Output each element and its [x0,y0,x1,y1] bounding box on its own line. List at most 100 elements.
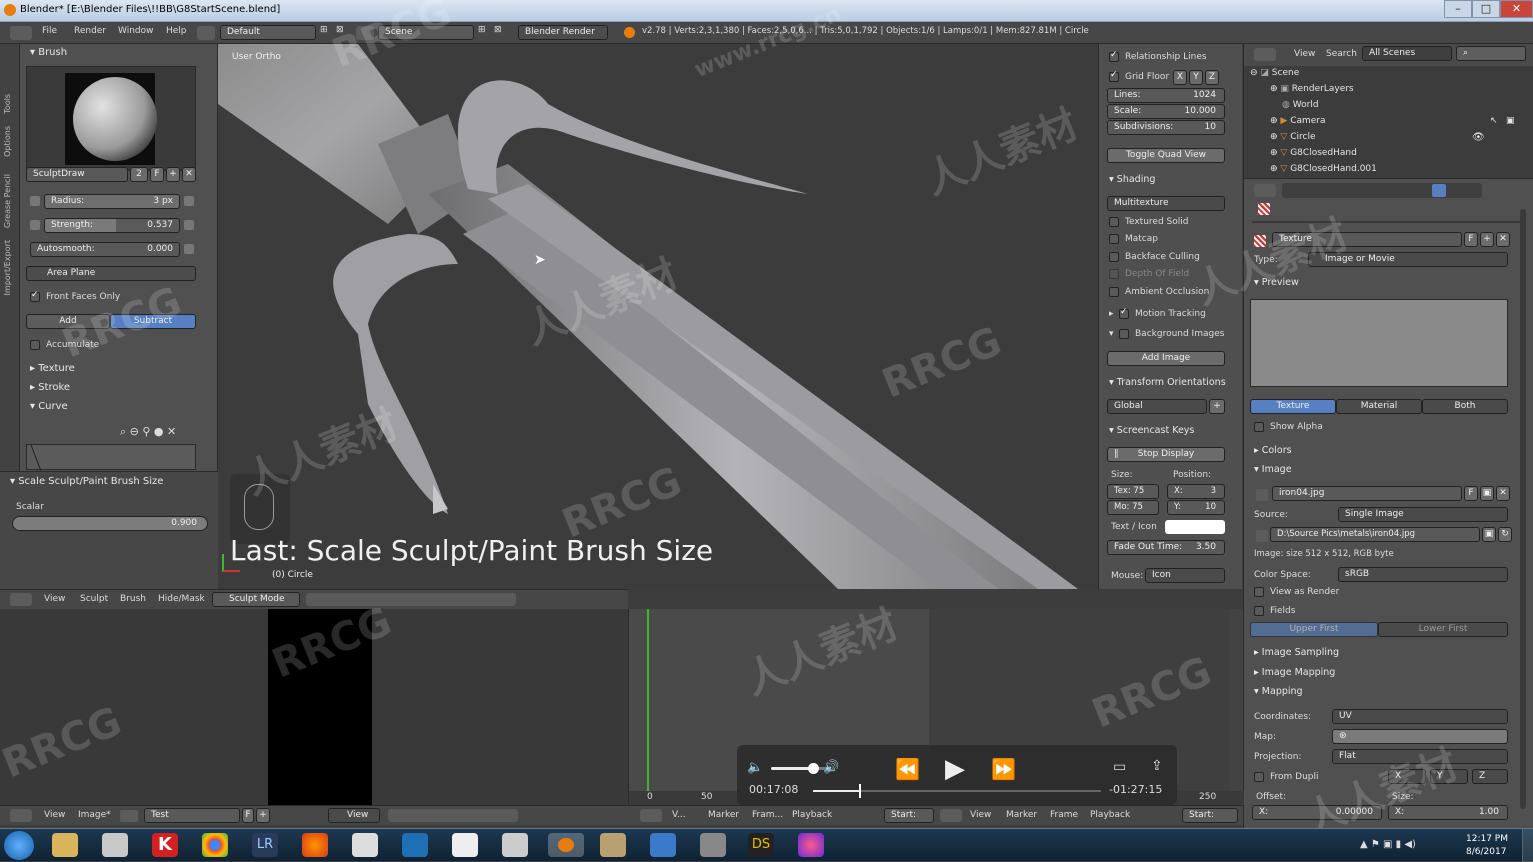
matcap-checkbox[interactable] [1109,234,1119,244]
mapping-panel-header[interactable]: ▾ Mapping [1254,686,1303,697]
shading-mode-select[interactable]: Multitexture [1107,196,1225,211]
add-button[interactable]: Add [26,314,110,329]
menu-render[interactable]: Render [74,26,106,36]
backface-culling-checkbox[interactable] [1109,252,1119,262]
image-editor-type-icon[interactable] [10,809,32,822]
image-datablock-field[interactable]: Test [144,808,240,823]
scene-icon[interactable] [356,26,374,40]
image-datablock-fake-button[interactable]: F [242,808,254,823]
window-app-icon[interactable] [452,833,478,857]
notepad-icon[interactable] [352,833,378,857]
brush-fake-user-button[interactable]: F [150,167,164,182]
menu-help[interactable]: Help [166,26,187,36]
chrome-icon[interactable] [202,833,228,857]
color-space-select[interactable]: sRGB [1338,567,1508,582]
screencast-keys-header[interactable]: ▾ Screencast Keys [1109,425,1194,436]
outliner-item-circle[interactable]: ⊕ ▽ Circle [1270,132,1315,142]
grid-axis-z[interactable]: Z [1205,70,1219,85]
rewind-icon[interactable]: ⏪ [895,757,920,781]
image-name-field[interactable]: iron04.jpg [1272,486,1462,501]
image-view-select[interactable]: View [328,808,380,823]
explorer-icon[interactable] [52,833,78,857]
grid-scale-field[interactable]: Scale: 10.000 [1107,104,1225,119]
mapping-z-select[interactable]: Z [1472,769,1508,784]
selectable-cursor-icon[interactable]: ↖ [1490,116,1498,126]
grid-axis-y[interactable]: Y [1189,70,1203,85]
document-app-icon[interactable] [502,833,528,857]
outliner-item-camera[interactable]: ⊕ ▶ Camera [1270,116,1326,126]
image-browse-button[interactable] [120,810,138,822]
timeline-editor-icon[interactable] [640,809,662,822]
viewport-shading-toolbar[interactable] [306,593,516,606]
shading-panel-header[interactable]: ▾ Shading [1109,174,1155,185]
image-source-select[interactable]: Single Image [1338,507,1508,522]
brush-unlink-button[interactable]: ✕ [182,167,196,182]
timeline-menu-marker-left[interactable]: Marker [708,810,739,820]
tab-tools[interactable]: Tools [3,94,12,114]
outliner-item-g8closedhand-001[interactable]: ⊕ ▽ G8ClosedHand.001 [1270,164,1377,174]
texture-type-select[interactable]: Image or Movie [1308,252,1508,267]
image-new-button[interactable]: + [256,808,270,823]
texture-context-icon[interactable] [1432,184,1446,197]
minimize-button[interactable]: – [1444,0,1472,18]
show-alpha-checkbox[interactable] [1254,422,1264,432]
front-faces-checkbox[interactable] [30,290,40,302]
ambient-occlusion-checkbox[interactable] [1109,287,1119,297]
tab-grease-pencil[interactable]: Grease Pencil [3,174,12,228]
image-editor[interactable] [0,609,628,805]
outliner-item-renderlayers[interactable]: ⊕ ▣ RenderLayers [1270,84,1354,94]
firefox-icon[interactable] [302,833,328,857]
orientation-add-button[interactable]: + [1209,399,1225,414]
add-image-button[interactable]: Add Image [1107,351,1225,366]
image-panel-header[interactable]: ▾ Image [1254,464,1292,475]
strength-slider[interactable]: Strength: 0.537 [44,218,180,233]
timeline-menu-view[interactable]: View [970,810,991,820]
preview-tab-material[interactable]: Material [1336,399,1422,414]
start-frame-field[interactable]: Start: [1182,808,1238,823]
airplay-icon[interactable]: ▭ [1113,759,1126,775]
scrub-bar[interactable] [813,784,1101,798]
strength-lock-icon[interactable] [30,220,40,230]
volume-slider[interactable] [771,763,827,774]
viewport-menu-sculpt[interactable]: Sculpt [80,594,108,604]
grid-lines-field[interactable]: Lines: 1024 [1107,88,1225,103]
position-y-field[interactable]: Y: 10 [1167,500,1225,515]
curve-panel-header[interactable]: ▾ Curve [30,401,68,412]
accumulate-checkbox[interactable] [30,340,40,350]
mapping-x-select[interactable]: X [1388,769,1426,784]
mouse-display-select[interactable]: Icon [1145,568,1225,583]
size-x-field[interactable]: X: 1.00 [1388,805,1508,820]
show-desktop-button[interactable] [1522,829,1533,862]
texture-slot-list[interactable] [1252,221,1522,223]
lower-first-button[interactable]: Lower First [1378,622,1508,637]
blender-taskbar-icon[interactable] [548,833,584,857]
curve-preset-icons[interactable]: ⌕ ⊖ ⚲ ● ✕ [120,425,176,439]
depth-of-field-checkbox[interactable] [1109,269,1119,279]
layout-remove-icon[interactable]: ⊠ [336,25,344,35]
scene-remove-icon[interactable]: ⊠ [494,25,502,35]
outliner-filter-select[interactable]: All Scenes [1362,46,1452,61]
properties-editor-icon[interactable] [1254,184,1276,197]
share-icon[interactable]: ⇪ [1151,758,1163,774]
preview-tab-both[interactable]: Both [1422,399,1508,414]
stroke-panel-header[interactable]: ▸ Stroke [30,382,70,393]
curve-widget[interactable] [26,444,196,472]
texture-new-button[interactable]: + [1480,232,1494,247]
image-fake-user-button[interactable]: F [1464,486,1478,501]
motion-tracking-expand-icon[interactable]: ▸ [1109,309,1114,319]
image-browse-icon[interactable] [1256,489,1268,501]
volume-mute-icon[interactable]: 🔈 [747,760,763,775]
outliner-item-world[interactable]: ◍ World [1282,100,1319,110]
from-dupli-checkbox[interactable] [1254,772,1264,782]
colors-panel-header[interactable]: ▸ Colors [1254,445,1292,456]
visibility-eye-icon[interactable]: 👁 [1472,132,1485,143]
transform-orientations-header[interactable]: ▾ Transform Orientations [1109,377,1226,388]
mapping-y-select[interactable]: Y [1430,769,1468,784]
uv-map-field[interactable]: ⊛ [1332,729,1508,744]
radius-pressure-icon[interactable] [184,196,194,206]
viewport-editor-icon[interactable] [10,593,32,606]
outliner-item-scene[interactable]: ⊖ ◪ Scene [1250,68,1299,78]
outliner-search-input[interactable]: ⌕ [1456,46,1526,61]
texture-unlink-button[interactable]: ✕ [1496,232,1510,247]
properties-context-tabs[interactable] [1282,183,1482,198]
